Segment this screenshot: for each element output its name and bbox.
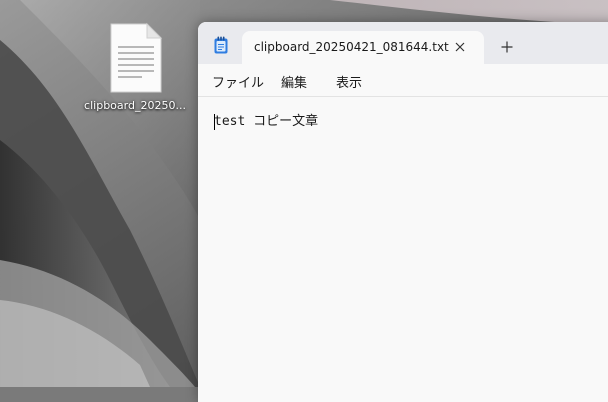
menu-bar: ファイル 編集 表示 [198,64,608,96]
desktop-file-label: clipboard_20250... [84,99,186,112]
menu-file[interactable]: ファイル [212,72,264,91]
tab-title: clipboard_20250421_081644.txt [254,40,449,54]
menu-view[interactable]: 表示 [336,72,362,91]
text-editor-area[interactable]: test コピー文章 [198,97,608,402]
menu-edit[interactable]: 編集 [281,72,307,91]
file-tab[interactable]: clipboard_20250421_081644.txt [242,31,484,64]
notepad-app-icon [214,36,228,54]
desktop-file-icon[interactable]: clipboard_20250... [84,22,186,126]
editor-content: test コピー文章 [214,114,319,129]
close-icon [455,42,465,52]
title-bar: clipboard_20250421_081644.txt [198,22,608,64]
notepad-window: clipboard_20250421_081644.txt ファイル 編集 表示… [198,22,608,402]
plus-icon [501,41,513,53]
tab-close-button[interactable] [448,37,472,57]
text-file-icon [110,22,163,93]
new-tab-button[interactable] [495,36,519,58]
